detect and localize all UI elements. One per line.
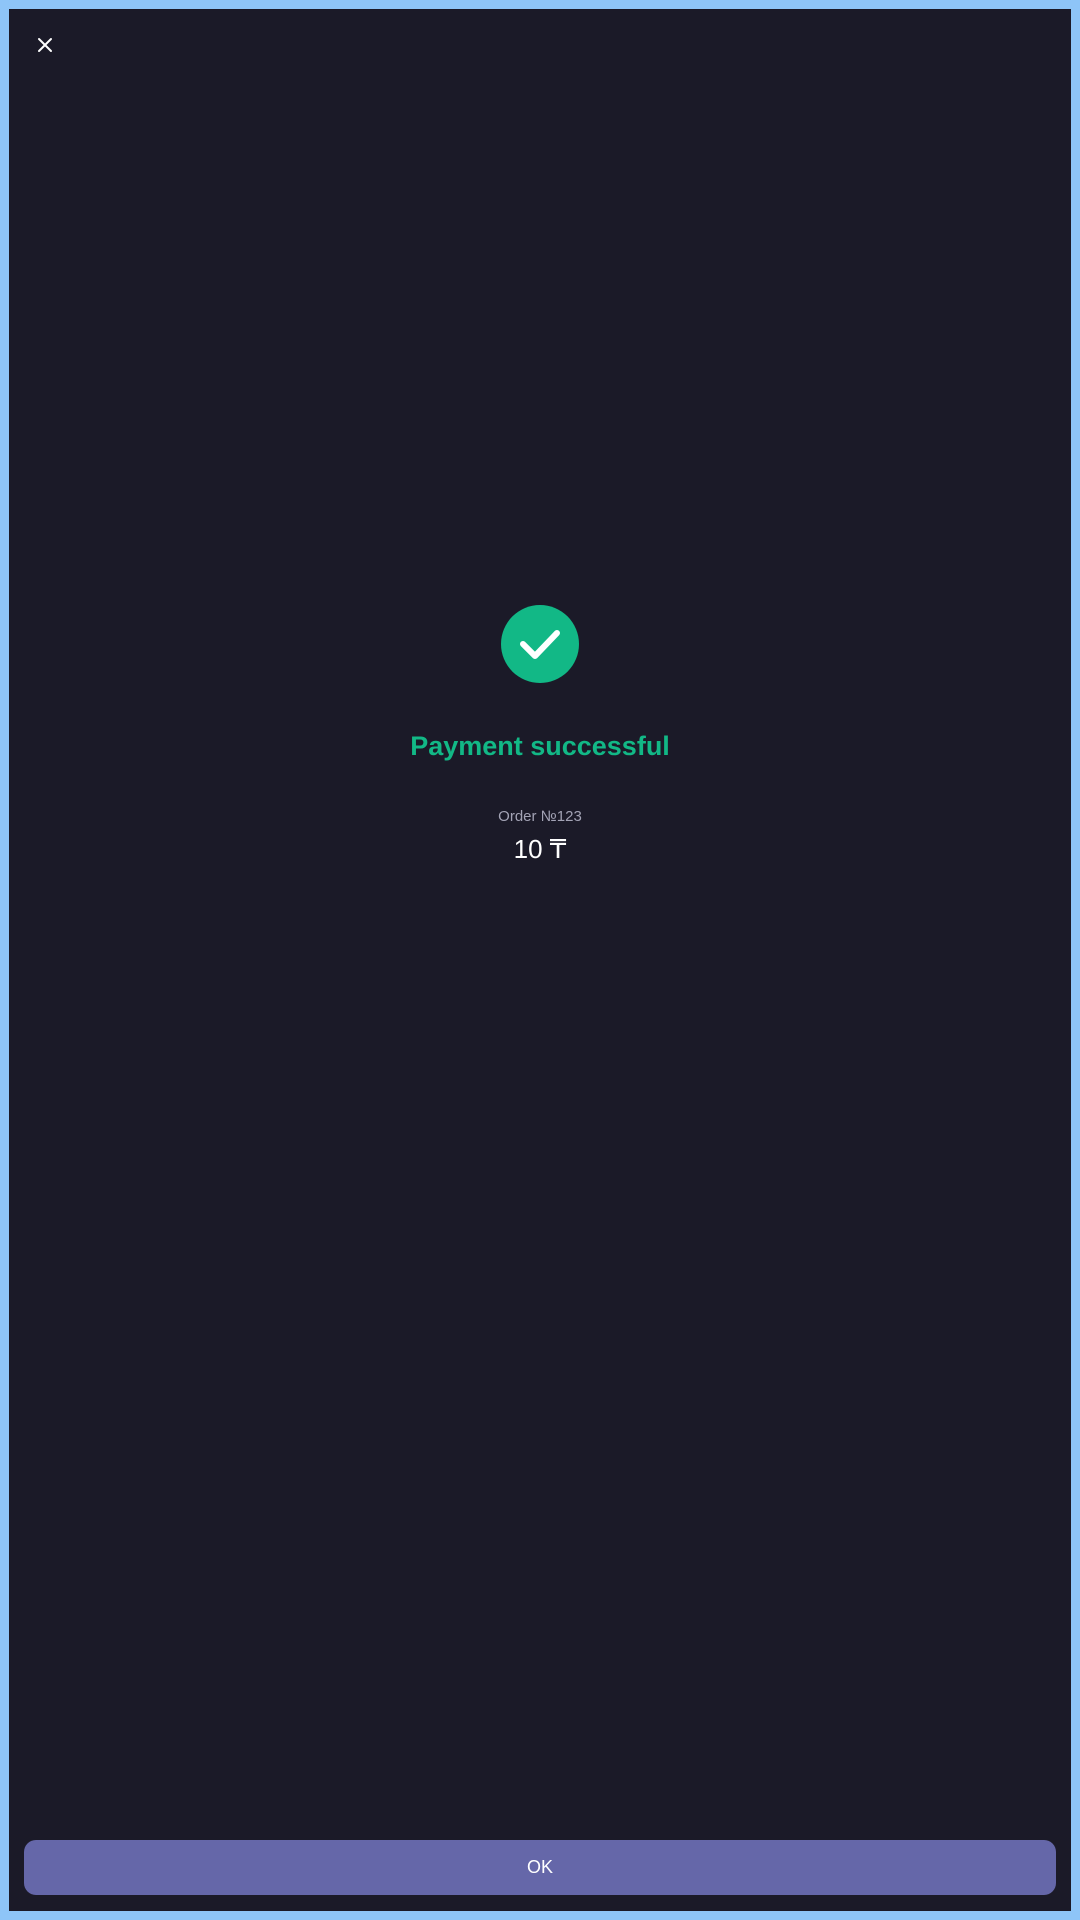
- close-button[interactable]: [25, 25, 65, 65]
- checkmark-icon: [520, 630, 560, 659]
- payment-result-screen: Payment successful Order №123 10 ₸ OK: [9, 9, 1071, 1911]
- success-panel: Payment successful Order №123 10 ₸: [9, 605, 1071, 865]
- close-icon: [38, 38, 52, 52]
- success-badge: [501, 605, 579, 683]
- success-title: Payment successful: [410, 731, 670, 761]
- ok-button-label: OK: [526, 1857, 553, 1877]
- ok-button[interactable]: OK: [24, 1840, 1056, 1895]
- order-number: Order №123: [498, 808, 582, 825]
- payment-amount: 10 ₸: [513, 834, 567, 864]
